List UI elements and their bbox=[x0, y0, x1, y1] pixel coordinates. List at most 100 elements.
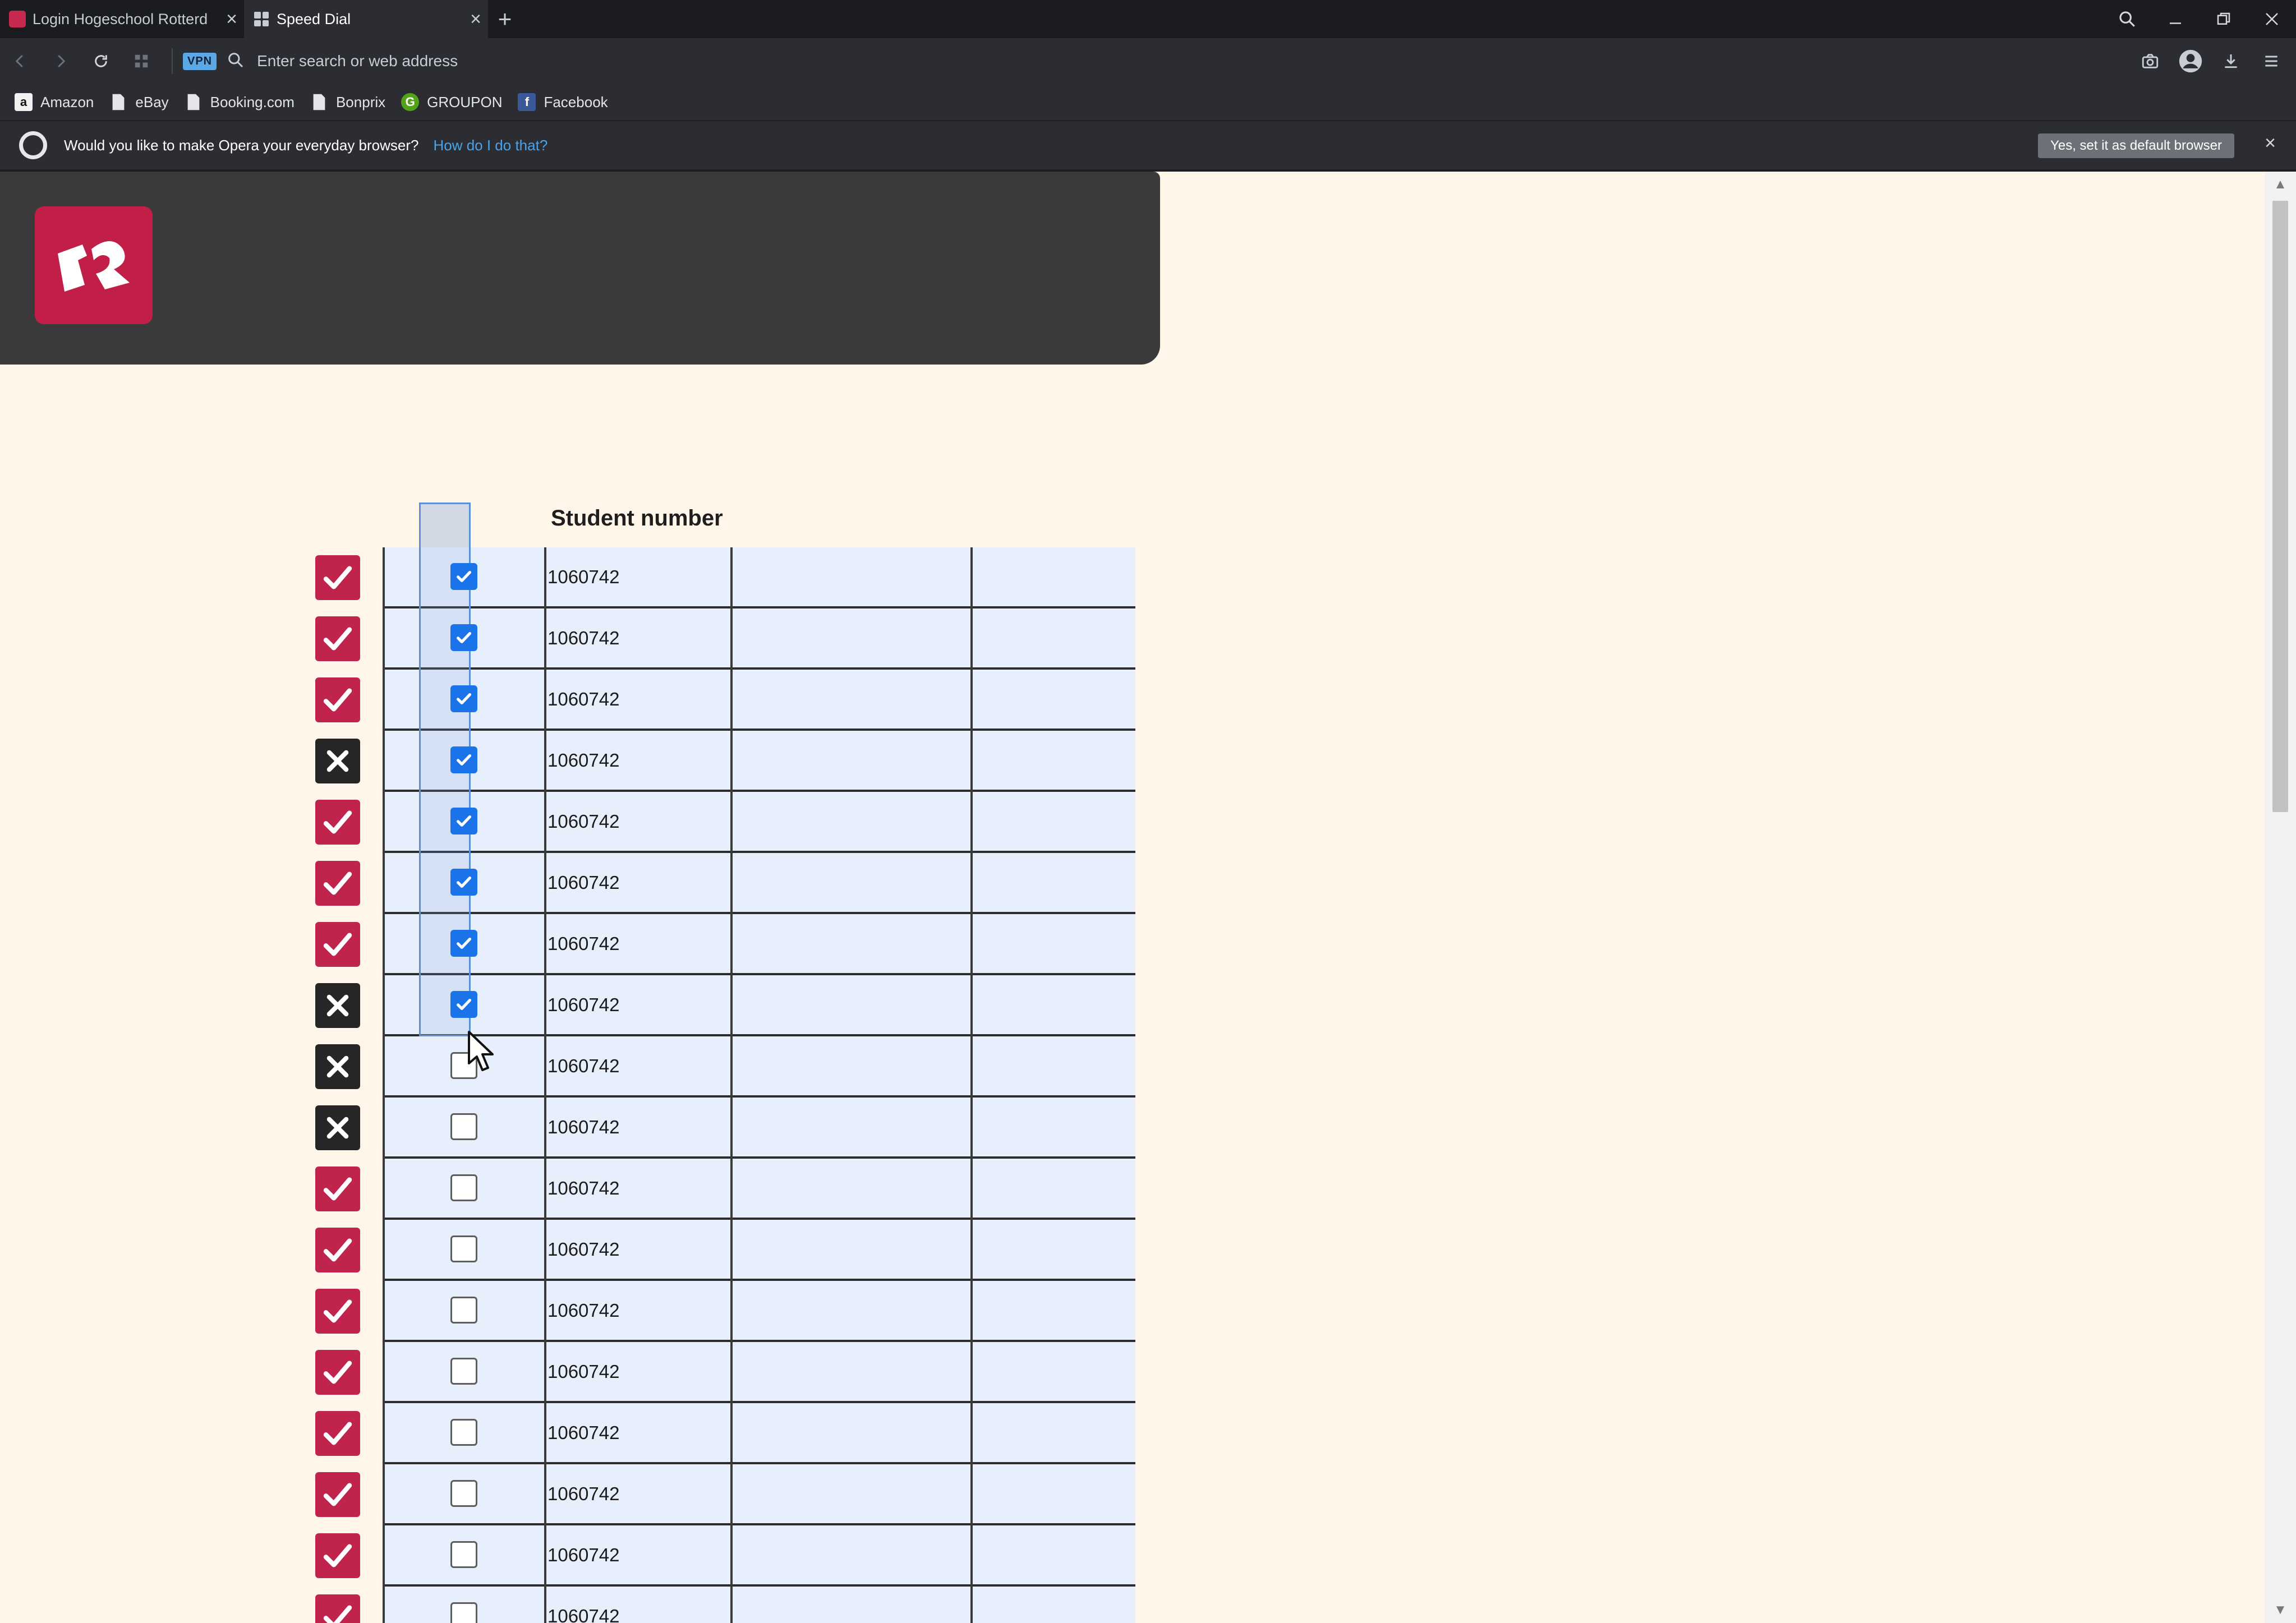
bookmark-label: Amazon bbox=[40, 93, 94, 110]
student-number-cell: 1060742 bbox=[547, 689, 620, 709]
bookmark-amazon[interactable]: a Amazon bbox=[15, 93, 94, 111]
page-icon bbox=[310, 93, 328, 111]
row-checkbox[interactable] bbox=[450, 1480, 477, 1507]
student-number-cell: 1060742 bbox=[547, 1239, 620, 1260]
student-number-cell: 1060742 bbox=[547, 1361, 620, 1382]
mouse-cursor-icon bbox=[468, 1031, 494, 1071]
reload-icon[interactable] bbox=[81, 38, 121, 84]
table-row: 1060742 bbox=[383, 792, 1135, 853]
row-checkbox[interactable] bbox=[450, 1419, 477, 1446]
checkmark-icon bbox=[315, 922, 360, 967]
row-checkbox[interactable] bbox=[450, 808, 477, 834]
tab-title: Login Hogeschool Rotterd bbox=[33, 10, 208, 27]
close-icon[interactable]: × bbox=[219, 8, 244, 30]
cross-icon bbox=[315, 1105, 360, 1150]
vpn-badge[interactable]: VPN bbox=[183, 52, 217, 70]
column-divider bbox=[970, 547, 973, 1623]
bookmark-groupon[interactable]: G GROUPON bbox=[401, 93, 502, 111]
toolbar-right bbox=[2130, 38, 2292, 84]
scroll-up-arrow-icon[interactable]: ▲ bbox=[2265, 172, 2296, 197]
table-row: 1060742 bbox=[383, 1403, 1135, 1464]
table-row: 1060742 bbox=[383, 1220, 1135, 1281]
notification-text: Would you like to make Opera your everyd… bbox=[64, 136, 419, 154]
page-header bbox=[0, 172, 1160, 365]
opera-logo-icon bbox=[19, 131, 47, 159]
table-row: 1060742 bbox=[383, 1159, 1135, 1220]
groupon-icon: G bbox=[401, 93, 420, 111]
new-tab-button[interactable]: + bbox=[488, 0, 522, 38]
checkmark-icon bbox=[315, 1533, 360, 1578]
restore-icon[interactable] bbox=[2200, 0, 2248, 38]
bookmark-label: Bonprix bbox=[335, 93, 386, 110]
row-checkbox[interactable] bbox=[450, 1235, 477, 1262]
bookmark-facebook[interactable]: f Facebook bbox=[518, 93, 608, 111]
checkmark-icon bbox=[315, 677, 360, 722]
bookmark-bonprix[interactable]: Bonprix bbox=[310, 93, 385, 111]
table-row: 1060742 bbox=[383, 1342, 1135, 1403]
camera-icon[interactable] bbox=[2130, 38, 2170, 84]
speed-dial-grid-icon[interactable] bbox=[121, 38, 162, 84]
tab-title: Speed Dial bbox=[277, 10, 351, 27]
page-icon bbox=[109, 93, 127, 111]
close-icon[interactable]: × bbox=[463, 8, 488, 30]
minimize-icon[interactable] bbox=[2151, 0, 2200, 38]
search-icon bbox=[227, 51, 245, 72]
search-tabs-icon[interactable] bbox=[2103, 0, 2151, 38]
checkmark-icon bbox=[315, 555, 360, 600]
row-checkbox[interactable] bbox=[450, 991, 477, 1018]
cross-icon bbox=[315, 739, 360, 783]
scroll-down-arrow-icon[interactable]: ▼ bbox=[2265, 1597, 2296, 1623]
bookmarks-bar: a Amazon eBay Booking.com Bonprix G GROU… bbox=[0, 84, 2296, 121]
close-window-icon[interactable] bbox=[2248, 0, 2296, 38]
bookmark-ebay[interactable]: eBay bbox=[109, 93, 169, 111]
tab-speed-dial[interactable]: Speed Dial × bbox=[244, 0, 488, 38]
row-checkbox[interactable] bbox=[450, 1174, 477, 1201]
bookmark-booking[interactable]: Booking.com bbox=[185, 93, 295, 111]
back-icon[interactable] bbox=[0, 38, 40, 84]
tab-bar: Login Hogeschool Rotterd × Speed Dial × … bbox=[0, 0, 2296, 38]
checkmark-icon bbox=[315, 1350, 360, 1395]
row-checkbox[interactable] bbox=[450, 563, 477, 590]
table-row: 1060742 bbox=[383, 975, 1135, 1036]
checkmark-icon bbox=[315, 800, 360, 845]
row-checkbox[interactable] bbox=[450, 685, 477, 712]
hogeschool-logo bbox=[35, 206, 153, 324]
student-number-cell: 1060742 bbox=[547, 1300, 620, 1321]
row-checkbox[interactable] bbox=[450, 624, 477, 651]
column-divider bbox=[383, 547, 385, 1623]
scroll-thumb[interactable] bbox=[2272, 201, 2288, 812]
row-checkbox[interactable] bbox=[450, 869, 477, 896]
set-default-browser-button[interactable]: Yes, set it as default browser bbox=[2038, 133, 2234, 158]
bookmark-label: eBay bbox=[135, 93, 169, 110]
row-checkbox[interactable] bbox=[450, 746, 477, 773]
row-checkbox[interactable] bbox=[450, 1541, 477, 1568]
row-checkbox[interactable] bbox=[450, 1358, 477, 1385]
address-input[interactable]: Enter search or web address bbox=[257, 52, 2130, 70]
close-icon[interactable]: × bbox=[2265, 132, 2276, 154]
row-checkbox[interactable] bbox=[450, 1113, 477, 1140]
student-number-cell: 1060742 bbox=[547, 811, 620, 832]
forward-icon[interactable] bbox=[40, 38, 81, 84]
table-row: 1060742 bbox=[383, 608, 1135, 670]
student-number-cell: 1060742 bbox=[547, 1178, 620, 1198]
bookmark-label: Facebook bbox=[544, 93, 608, 110]
easy-setup-menu-icon[interactable] bbox=[2251, 38, 2292, 84]
student-number-cell: 1060742 bbox=[547, 750, 620, 771]
row-checkbox[interactable] bbox=[450, 1602, 477, 1623]
row-checkbox[interactable] bbox=[450, 930, 477, 957]
download-icon[interactable] bbox=[2211, 38, 2251, 84]
vertical-scrollbar[interactable]: ▲ ▼ bbox=[2265, 172, 2296, 1623]
table-row: 1060742 bbox=[383, 1464, 1135, 1525]
student-number-cell: 1060742 bbox=[547, 566, 620, 587]
how-do-i-link[interactable]: How do I do that? bbox=[433, 137, 547, 154]
checkmark-icon bbox=[315, 861, 360, 906]
student-number-cell: 1060742 bbox=[547, 872, 620, 893]
profile-icon[interactable] bbox=[2170, 38, 2211, 84]
student-number-cell: 1060742 bbox=[547, 1055, 620, 1076]
student-number-cell: 1060742 bbox=[547, 1483, 620, 1504]
row-checkbox[interactable] bbox=[450, 1297, 477, 1324]
checkmark-icon bbox=[315, 1594, 360, 1623]
student-number-column-header: Student number bbox=[551, 506, 723, 531]
tab-login-hogeschool[interactable]: Login Hogeschool Rotterd × bbox=[0, 0, 244, 38]
bookmark-label: GROUPON bbox=[427, 93, 503, 110]
